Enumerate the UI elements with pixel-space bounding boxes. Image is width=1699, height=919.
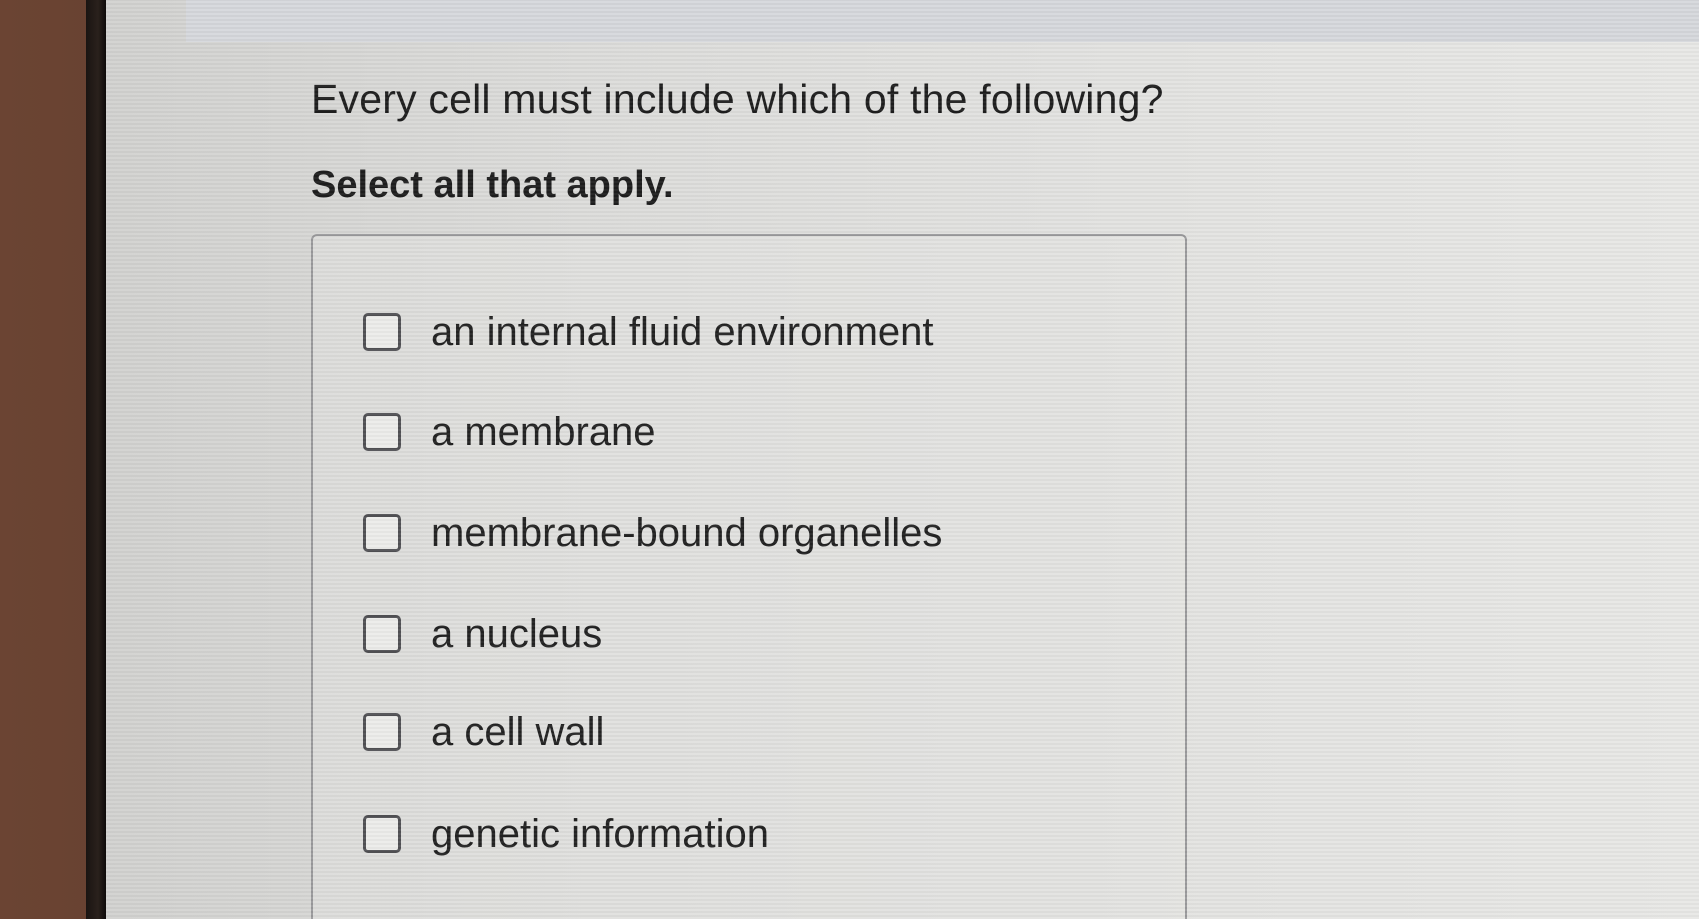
- option-genetic-info[interactable]: genetic information: [363, 804, 769, 864]
- option-label[interactable]: a nucleus: [431, 612, 602, 657]
- checkbox-icon[interactable]: [363, 413, 401, 451]
- checkbox-icon[interactable]: [363, 514, 401, 552]
- screen: Every cell must include which of the fol…: [106, 0, 1699, 919]
- option-membrane[interactable]: a membrane: [363, 402, 656, 462]
- options-panel: an internal fluid environment a membrane…: [311, 234, 1187, 919]
- option-cell-wall[interactable]: a cell wall: [363, 702, 604, 762]
- checkbox-icon[interactable]: [363, 713, 401, 751]
- checkbox-icon[interactable]: [363, 615, 401, 653]
- checkbox-icon[interactable]: [363, 815, 401, 853]
- option-label[interactable]: genetic information: [431, 812, 769, 857]
- question-text: Every cell must include which of the fol…: [311, 76, 1164, 122]
- option-label[interactable]: membrane-bound organelles: [431, 511, 942, 556]
- checkbox-icon[interactable]: [363, 313, 401, 351]
- option-internal-fluid[interactable]: an internal fluid environment: [363, 302, 934, 362]
- monitor-bezel: [86, 0, 106, 919]
- option-label[interactable]: an internal fluid environment: [431, 310, 934, 355]
- option-label[interactable]: a cell wall: [431, 710, 604, 755]
- option-nucleus[interactable]: a nucleus: [363, 604, 602, 664]
- header-strip: [186, 0, 1699, 42]
- option-organelles[interactable]: membrane-bound organelles: [363, 503, 942, 563]
- option-label[interactable]: a membrane: [431, 410, 656, 455]
- instruction-text: Select all that apply.: [311, 164, 674, 206]
